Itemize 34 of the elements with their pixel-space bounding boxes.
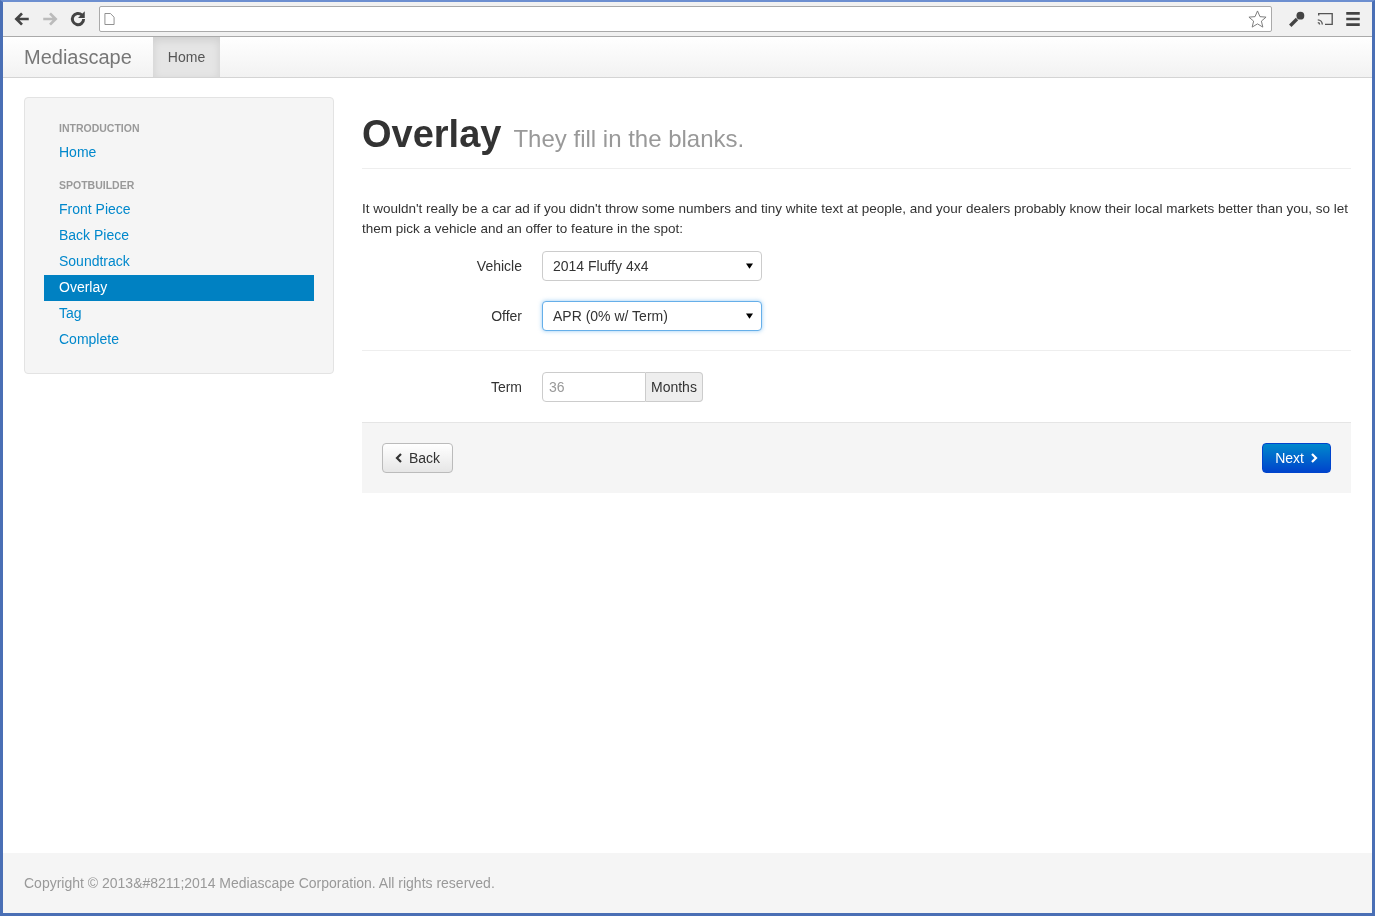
sidebar-item[interactable]: Home	[44, 140, 314, 166]
sidebar-header: SPOTBUILDER	[58, 178, 136, 193]
chevron-right-icon	[1310, 453, 1318, 463]
field-label: Offer	[490, 308, 522, 324]
input-field[interactable]: 36	[542, 372, 646, 402]
copyright-text: Copyright © 2013&#8211;2014 Mediascape Corporation. All rights reserved.	[24, 875, 495, 891]
chevron-left-icon	[395, 453, 403, 463]
next-button[interactable]: Next	[1262, 443, 1331, 473]
nav-tab[interactable]: Home	[152, 37, 221, 77]
page-icon	[104, 12, 115, 26]
sidebar-item[interactable]: Front Piece	[44, 197, 314, 223]
caret-icon	[746, 313, 753, 319]
brand-logo[interactable]: Mediascape	[3, 37, 153, 77]
field-label: Term	[489, 379, 522, 395]
reload-icon[interactable]	[69, 10, 87, 28]
sidebar-item[interactable]: Back Piece	[44, 223, 314, 249]
select-field[interactable]: APR (0% w/ Term)	[542, 301, 762, 331]
star-icon[interactable]	[1248, 9, 1267, 29]
sidebar-item[interactable]: Soundtrack	[44, 249, 314, 275]
back-arrow-icon[interactable]	[13, 10, 31, 28]
select-field[interactable]: 2014 Fluffy 4x4	[542, 251, 762, 281]
input-addon: Months	[646, 372, 703, 402]
back-button[interactable]: Back	[382, 443, 454, 473]
page-subtitle: They fill in the blanks.	[513, 125, 745, 153]
sidebar-item[interactable]: Tag	[44, 301, 314, 327]
page-title: Overlay	[362, 113, 502, 156]
caret-icon	[746, 263, 753, 269]
menu-icon[interactable]	[1344, 10, 1362, 28]
intro-text: It wouldn't really be a car ad if you didn't throw some numbers and tiny white text at people, and your dealers probably know their local markets better than you, so let them pick a vehicle and an offer to feature in the spot:	[362, 200, 1349, 238]
sidebar-header: INTRODUCTION	[58, 121, 141, 136]
sidebar-item[interactable]: Complete	[44, 327, 314, 353]
field-label: Vehicle	[475, 258, 522, 274]
sidebar-item[interactable]: Overlay	[44, 275, 314, 301]
cast-icon[interactable]	[1316, 10, 1334, 28]
